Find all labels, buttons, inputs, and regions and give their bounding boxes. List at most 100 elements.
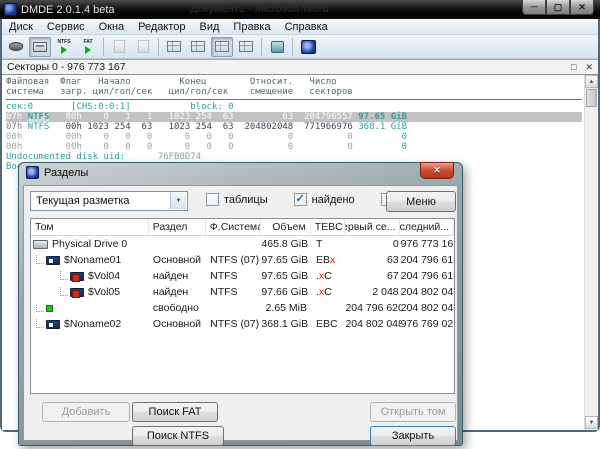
last-sector: 204 802 047 (401, 302, 454, 314)
sector-line[interactable]: Undocumented disk uid: 76FB8D74 (6, 152, 582, 162)
column-last-sector[interactable]: Последний... (400, 219, 454, 236)
minimize-button[interactable] (522, 0, 546, 15)
sector-line[interactable]: 00h 00h 0 0 0 0 0 0 0 0 0 (6, 142, 582, 152)
search-ntfs-button[interactable]: NTFS (53, 37, 75, 57)
tree-connector (36, 254, 44, 264)
sector-line[interactable]: 07h NTFS 00h 1023 254 63 1023 254 63 204… (6, 122, 582, 132)
scroll-up-icon[interactable] (585, 75, 598, 88)
open-drive-button[interactable] (29, 37, 51, 57)
column-filesystem[interactable]: Ф.Система (206, 219, 261, 236)
menu-help[interactable]: Справка (278, 21, 335, 33)
partitions-table: Том Раздел Ф.Система Объем TEBC Первый с… (30, 218, 455, 394)
search-fat-dialog-button[interactable]: Поиск FAT (132, 402, 218, 422)
menu-windows[interactable]: Окна (92, 21, 132, 33)
pane-maximize-icon[interactable] (571, 62, 576, 73)
document-icon (114, 40, 125, 53)
hex-view-icon (167, 41, 181, 52)
search-fat-button[interactable]: FAT (77, 37, 99, 57)
checkbox-таблицы[interactable]: таблицы (206, 193, 268, 206)
sector-line: Файловая Флаг Начало Конец Относит. Числ… (6, 77, 582, 87)
last-sector: 204 796 615 (401, 254, 454, 266)
sector-line[interactable]: 07h NTFS 80h 0 1 1 1023 254 63 63 204796… (6, 112, 582, 122)
dialog-title: Разделы (44, 167, 88, 179)
view-hex-button[interactable] (163, 37, 185, 57)
view-text-button[interactable] (187, 37, 209, 57)
last-sector: 204 796 619 (401, 270, 454, 282)
column-volume[interactable]: Том (31, 219, 149, 236)
menu-edit[interactable]: Правка (226, 21, 277, 33)
dialog-title-bar[interactable]: Разделы (26, 166, 88, 179)
dialog-close-button[interactable] (420, 162, 454, 179)
background-window-title: Документ1 - Microsoft Word (190, 3, 328, 15)
column-size[interactable]: Объем (261, 219, 311, 236)
tree-connector (36, 305, 44, 312)
pane-close-icon[interactable] (585, 62, 593, 73)
toolbar-separator (158, 38, 159, 56)
partition-row[interactable]: свободно2.65 MiB204 796 620204 802 047 (31, 300, 454, 316)
column-tebc[interactable]: TEBC (311, 219, 345, 236)
disk-array-button[interactable] (266, 37, 288, 57)
checkbox-unchecked-icon[interactable] (206, 193, 219, 206)
table-view-icon (215, 41, 229, 52)
partition-row[interactable]: $Vol04найденNTFS97.65 GiB.xC67204 796 61… (31, 268, 454, 284)
filesystem: NTFS (206, 286, 261, 298)
tebc-flags: .xC (311, 270, 345, 282)
filesystem: NTFS (07) (206, 318, 261, 330)
partition-rows: Physical Drive 0465.8 GiBT0976 773 167$N… (31, 236, 454, 332)
first-sector: 204 796 620 (345, 302, 400, 314)
menu-editor[interactable]: Редактор (131, 21, 192, 33)
disk-icon (9, 42, 23, 51)
menu-button[interactable]: Меню (386, 191, 456, 212)
layout-select[interactable]: Текущая разметка (30, 191, 188, 211)
sector-line[interactable]: сек:0 [CHS:0:0:1] block: 0 (6, 102, 582, 112)
scroll-thumb[interactable] (586, 89, 597, 107)
open-disk-button[interactable] (5, 37, 27, 57)
view-preview-button[interactable] (235, 37, 257, 57)
close-button[interactable] (570, 0, 594, 15)
chevron-down-icon[interactable] (170, 193, 186, 209)
checkbox-найдено[interactable]: найдено (294, 193, 355, 206)
about-dmde-button[interactable] (297, 37, 319, 57)
layout-select-value: Текущая разметка (36, 195, 130, 207)
volume-name: $Vol04 (88, 270, 120, 282)
partition-row[interactable]: $Vol05найденNTFS97.66 GiB.xC2 048204 802… (31, 284, 454, 300)
search-ntfs-dialog-button[interactable]: Поиск NTFS (132, 426, 224, 446)
dmde-logo-icon (301, 40, 316, 54)
tebc-flags: .xC (311, 286, 345, 298)
toolbar: NTFS FAT (2, 35, 598, 59)
add-button[interactable]: Добавить (42, 402, 130, 422)
fat-search-icon: FAT (83, 40, 92, 54)
menu-service[interactable]: Сервис (40, 21, 92, 33)
vertical-scrollbar[interactable] (584, 75, 597, 429)
play-icon (85, 46, 91, 54)
save-button[interactable] (108, 37, 130, 57)
partition-row[interactable]: $Noname01ОсновнойNTFS (07)97.65 GiBEBx63… (31, 252, 454, 268)
menu-view[interactable]: Вид (193, 21, 227, 33)
partitions-table-header[interactable]: Том Раздел Ф.Система Объем TEBC Первый с… (31, 219, 454, 236)
close-dialog-button[interactable]: Закрыть (370, 426, 456, 446)
sectors-pane-title: Секторы 0 - 976 773 167 (7, 61, 126, 73)
checkbox-checked-icon[interactable] (294, 193, 307, 206)
menu-disk[interactable]: Диск (2, 21, 40, 33)
open-volume-button[interactable]: Открыть том (370, 402, 456, 422)
edit-button[interactable] (132, 37, 154, 57)
disk-stack-icon (271, 41, 284, 53)
ntfs-label: NTFS (57, 40, 70, 45)
title-bar[interactable]: DMDE 2.0.1.4 beta Документ1 - Microsoft … (0, 0, 600, 19)
maximize-button[interactable] (546, 0, 570, 15)
last-sector: 204 802 047 (401, 286, 454, 298)
last-sector: 976 773 167 (401, 238, 454, 250)
part-red-icon (70, 272, 84, 281)
partition-row[interactable]: $Noname02ОсновнойNTFS (07)368.1 GiBEBC20… (31, 316, 454, 332)
partition-type: свободно (149, 302, 206, 314)
column-partition[interactable]: Раздел (149, 219, 206, 236)
tebc-flags: T (311, 238, 345, 250)
sector-line: система загр. цил/гол/сек цил/гол/сек см… (6, 87, 582, 97)
volume-size: 97.65 GiB (261, 254, 311, 266)
column-first-sector[interactable]: Первый се... (345, 219, 400, 236)
view-table-button[interactable] (211, 37, 233, 57)
partition-row[interactable]: Physical Drive 0465.8 GiBT0976 773 167 (31, 236, 454, 252)
scroll-down-icon[interactable] (585, 416, 598, 429)
first-sector: 2 048 (345, 286, 400, 298)
sector-line[interactable]: 00h 00h 0 0 0 0 0 0 0 0 0 (6, 132, 582, 142)
